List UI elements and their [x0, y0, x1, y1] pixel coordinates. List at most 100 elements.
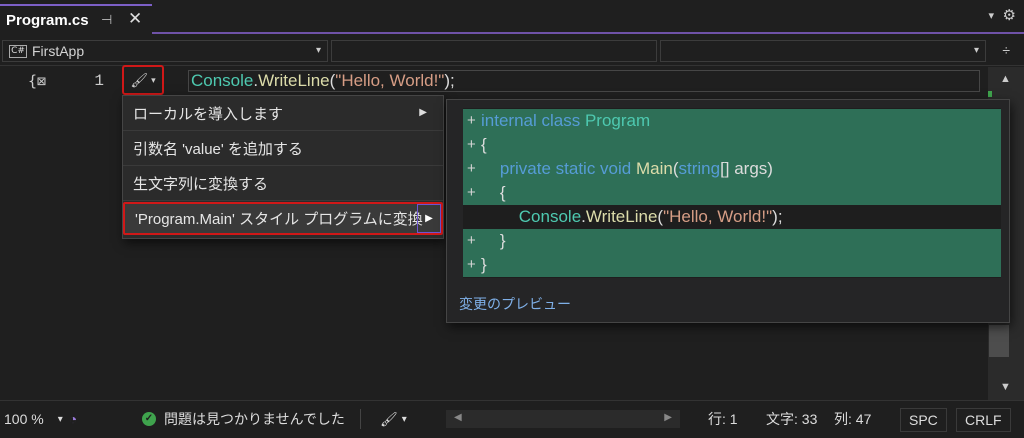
preview-line-text: private static void Main(string[] args)	[481, 157, 773, 181]
line-number: 1	[94, 72, 104, 90]
csharp-project-icon: C#	[9, 44, 27, 58]
preview-added-line: + {	[463, 181, 1001, 205]
chevron-down-icon: ▾	[315, 45, 321, 56]
scroll-left-icon[interactable]: ◀	[454, 412, 462, 423]
scroll-down-icon[interactable]: ▼	[1000, 381, 1011, 393]
preview-added-line: +{	[463, 133, 1001, 157]
menu-item-label: 'Program.Main' スタイル プログラムに変換	[135, 211, 423, 228]
copilot-icon[interactable]: ◔	[69, 411, 77, 427]
menu-item-convert-raw-string[interactable]: 生文字列に変換する	[123, 166, 443, 201]
preview-added-line: + }	[463, 229, 1001, 253]
member-dropdown[interactable]: ▾	[660, 40, 986, 62]
line-indicator[interactable]: 行: 1	[708, 408, 738, 430]
menu-item-label: ローカルを導入します	[133, 105, 284, 123]
preview-added-line: + internal class Program	[463, 109, 1001, 133]
preview-line-text: }	[481, 229, 506, 253]
scroll-up-icon[interactable]: ▲	[1000, 73, 1011, 85]
issues-indicator[interactable]: ✓ 問題は見つかりませんでした	[142, 408, 345, 430]
type-dropdown[interactable]	[331, 40, 657, 62]
issues-text: 問題は見つかりませんでした	[164, 411, 345, 427]
change-preview-panel: + internal class Program +{+ private stati…	[446, 99, 1010, 323]
code-cleanup-button[interactable]: 🖌 ▾	[380, 408, 407, 430]
char-indicator[interactable]: 文字: 33	[766, 408, 817, 430]
status-bar: 100 % ▾ ◔ ✓ 問題は見つかりませんでした 🖌 ▾ ◀ ▶ 行: 1 文…	[0, 400, 1024, 438]
code-token: WriteLine	[258, 71, 330, 90]
submenu-arrow-icon: ▶	[419, 107, 427, 118]
diff-plus-marker: +	[467, 160, 476, 177]
zoom-level: 100 %	[4, 411, 44, 427]
line-text: 行: 1	[708, 411, 738, 427]
project-name: FirstApp	[32, 43, 85, 59]
eol-text: CRLF	[965, 412, 1002, 428]
code-token: }	[481, 255, 487, 274]
preview-changes-link[interactable]: 変更のプレビュー	[459, 294, 571, 314]
code-token: {	[481, 183, 506, 202]
gear-icon[interactable]: ⚙	[1003, 6, 1016, 24]
diff-plus-marker: +	[467, 112, 476, 129]
char-text: 文字: 33	[766, 411, 818, 427]
submenu-arrow-icon[interactable]: ▶	[417, 204, 441, 233]
code-token: "Hello, World!"	[335, 71, 445, 90]
menu-item-introduce-local[interactable]: ローカルを導入します ▶	[123, 96, 443, 131]
tab-list-dropdown-icon[interactable]: ▾	[988, 9, 994, 22]
divider	[360, 409, 361, 429]
column-text: 列: 47	[834, 411, 872, 427]
pin-icon[interactable]: ⊣	[101, 12, 112, 28]
code-token: Program	[584, 111, 651, 130]
menu-item-label: 引数名 'value' を追加する	[133, 140, 303, 158]
preview-line-text: Console.WriteLine("Hello, World!");	[481, 205, 783, 229]
code-token: Console	[481, 207, 582, 226]
column-indicator[interactable]: 列: 47	[834, 408, 871, 430]
menu-item-convert-program-main[interactable]: 'Program.Main' スタイル プログラムに変換 ▶	[123, 202, 443, 235]
code-token: WriteLine	[585, 207, 658, 226]
brush-icon: 🖌	[130, 71, 149, 88]
code-token: "Hello, World!"	[663, 207, 773, 226]
code-token: [] args)	[720, 159, 773, 178]
code-token: Main	[635, 159, 673, 178]
code-token: private static void	[481, 159, 636, 178]
document-tab-bar: Program.cs ⊣ ✕ ▾ ⚙	[0, 0, 1024, 34]
preview-code: + internal class Program +{+ private stati…	[463, 108, 1001, 278]
navigation-bar: C# FirstApp ▾ ▾ ÷	[0, 36, 1024, 66]
preview-added-line: +}	[463, 253, 1001, 277]
whitespace-indicator[interactable]: SPC	[900, 408, 947, 432]
spc-text: SPC	[909, 412, 938, 428]
chevron-down-icon: ▾	[401, 413, 407, 425]
preview-line: Console.WriteLine("Hello, World!");	[463, 205, 1001, 229]
quick-actions-menu: ローカルを導入します ▶ 引数名 'value' を追加する 生文字列に変換する…	[122, 95, 444, 239]
diff-plus-marker: +	[467, 256, 476, 273]
outline-glyph-icon[interactable]: {⊠	[28, 72, 46, 90]
chevron-down-icon: ▾	[151, 74, 156, 85]
check-circle-icon: ✓	[142, 412, 156, 426]
split-editor-icon[interactable]: ÷	[1002, 42, 1010, 58]
line-ending-indicator[interactable]: CRLF	[956, 408, 1011, 432]
project-dropdown[interactable]: C# FirstApp ▾	[2, 40, 328, 62]
preview-line-text: }	[481, 253, 487, 277]
diff-plus-marker: +	[467, 136, 476, 153]
chevron-down-icon: ▾	[57, 413, 63, 425]
scrollbar-thumb[interactable]	[989, 325, 1009, 357]
code-token: );	[444, 71, 455, 90]
code-line[interactable]: Console.WriteLine("Hello, World!");	[188, 70, 980, 92]
zoom-dropdown[interactable]: 100 % ▾ ◔	[4, 408, 77, 430]
preview-line-text: {	[481, 181, 506, 205]
tab-title: Program.cs	[6, 11, 89, 29]
preview-line-text: internal class Program	[481, 109, 650, 133]
scroll-right-icon[interactable]: ▶	[664, 412, 672, 423]
close-tab-icon[interactable]: ✕	[128, 9, 142, 29]
tab-program-cs[interactable]: Program.cs ⊣ ✕	[0, 4, 152, 34]
chevron-down-icon: ▾	[973, 45, 979, 56]
quick-actions-button[interactable]: 🖌 ▾	[122, 65, 164, 95]
menu-item-add-argument-name[interactable]: 引数名 'value' を追加する	[123, 131, 443, 166]
code-token: );	[772, 207, 783, 226]
code-token: }	[481, 231, 506, 250]
diff-plus-marker: +	[467, 232, 476, 249]
preview-added-line: + private static void Main(string[] args…	[463, 157, 1001, 181]
code-token: {	[481, 135, 487, 154]
change-marker	[988, 91, 992, 97]
horizontal-scrollbar[interactable]: ◀ ▶	[446, 410, 680, 428]
diff-plus-marker: +	[467, 184, 476, 201]
menu-item-label: 生文字列に変換する	[133, 175, 269, 193]
code-token: string	[678, 159, 721, 178]
code-token: internal class	[481, 111, 585, 130]
